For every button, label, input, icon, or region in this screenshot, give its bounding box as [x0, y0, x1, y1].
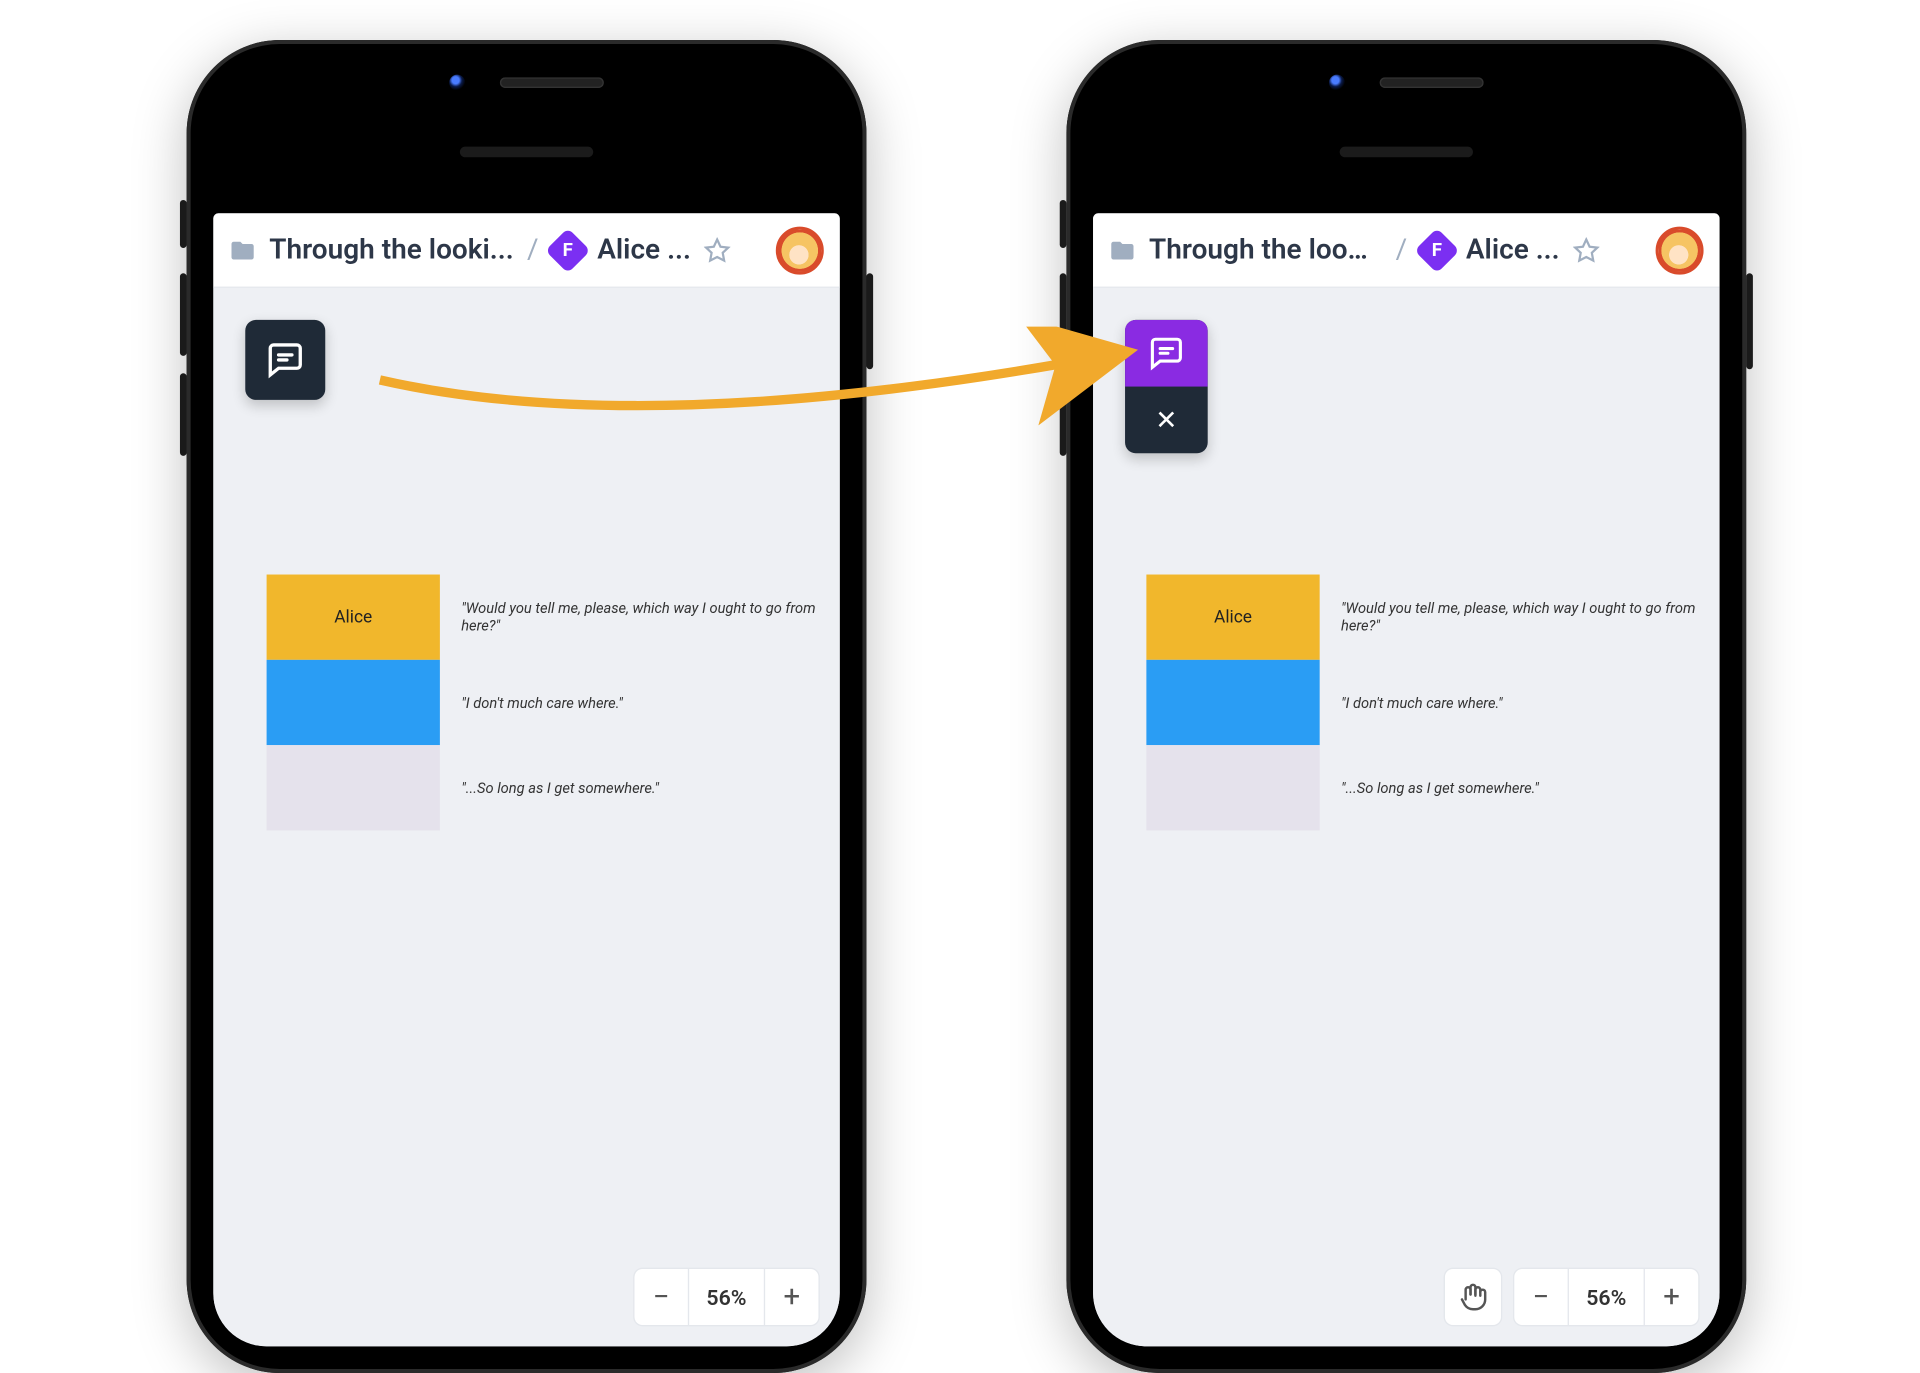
swatch-grey[interactable] [267, 745, 440, 830]
breadcrumb-folder[interactable]: Through the looki... [1149, 234, 1382, 266]
zoom-out-button[interactable]: − [1514, 1280, 1567, 1313]
user-avatar[interactable] [776, 226, 824, 274]
canvas-content: Alice "Would you tell me, please, which … [267, 575, 835, 831]
breadcrumb-header: Through the looki... / F Alice ... [213, 213, 840, 288]
zoom-out-button[interactable]: − [635, 1280, 688, 1313]
quote-text: "Would you tell me, please, which way I … [461, 600, 834, 635]
zoom-in-button[interactable]: + [765, 1280, 818, 1313]
app-screen: Through the looki... / F Alice ... Alice [213, 213, 840, 1346]
quote-text: "I don't much care where." [461, 694, 623, 711]
user-avatar[interactable] [1656, 226, 1704, 274]
comment-tool-active-button[interactable] [1125, 320, 1208, 387]
figma-file-icon: F [552, 234, 584, 266]
breadcrumb-file[interactable]: Alice ... [1466, 234, 1560, 266]
folder-icon [229, 237, 256, 264]
phone-mockup-after: Through the looki... / F Alice ... ✕ [1066, 40, 1746, 1373]
character-label: Alice [334, 607, 372, 627]
breadcrumb-separator: / [527, 234, 539, 266]
star-icon[interactable] [1573, 237, 1600, 264]
close-icon: ✕ [1155, 404, 1177, 436]
breadcrumb-folder[interactable]: Through the looki... [269, 234, 513, 266]
design-canvas[interactable]: Alice "Would you tell me, please, which … [213, 288, 840, 1346]
quote-text: "...So long as I get somewhere." [1341, 779, 1539, 796]
swatch-blue[interactable] [1146, 660, 1319, 745]
zoom-controls: − 56% + [635, 1269, 819, 1325]
canvas-content: Alice "Would you tell me, please, which … [1146, 575, 1714, 831]
character-label: Alice [1214, 607, 1252, 627]
design-canvas[interactable]: ✕ Alice "Would you tell me, please, whic… [1093, 288, 1720, 1346]
breadcrumb-header: Through the looki... / F Alice ... [1093, 213, 1720, 288]
quote-text: "...So long as I get somewhere." [461, 779, 659, 796]
swatch-grey[interactable] [1146, 745, 1319, 830]
zoom-controls: − 56% + [1445, 1269, 1698, 1325]
swatch-yellow[interactable]: Alice [267, 575, 440, 660]
phone-mockup-before: Through the looki... / F Alice ... Alice [187, 40, 867, 1373]
comment-tool-panel: ✕ [1125, 320, 1208, 453]
swatch-yellow[interactable]: Alice [1146, 575, 1319, 660]
zoom-level[interactable]: 56% [1568, 1269, 1645, 1325]
quote-text: "Would you tell me, please, which way I … [1341, 600, 1714, 635]
figma-file-icon: F [1421, 234, 1453, 266]
close-button[interactable]: ✕ [1125, 387, 1208, 454]
quote-text: "I don't much care where." [1341, 694, 1503, 711]
swatch-blue[interactable] [267, 660, 440, 745]
pan-hand-button[interactable] [1445, 1269, 1501, 1325]
app-screen: Through the looki... / F Alice ... ✕ [1093, 213, 1720, 1346]
star-icon[interactable] [704, 237, 731, 264]
zoom-level[interactable]: 56% [688, 1269, 765, 1325]
comment-tool-button[interactable] [245, 320, 325, 400]
zoom-in-button[interactable]: + [1645, 1280, 1698, 1313]
breadcrumb-separator: / [1396, 234, 1408, 266]
breadcrumb-file[interactable]: Alice ... [597, 234, 691, 266]
folder-icon [1109, 237, 1136, 264]
